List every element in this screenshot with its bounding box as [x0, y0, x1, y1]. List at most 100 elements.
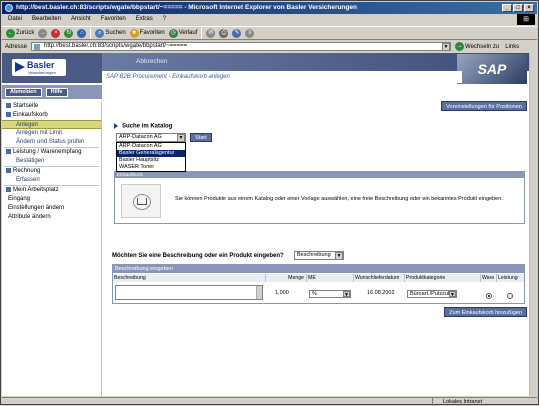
- catalog-dropdown: ARP-Datacon AG Basler Generalagentur Bas…: [116, 142, 186, 172]
- toolbar-separator: [90, 27, 92, 39]
- start-button[interactable]: Start: [190, 133, 212, 142]
- logo-text: Basler: [27, 60, 55, 70]
- sidebar-item-aendern-status[interactable]: Ändern und Status prüfen: [2, 138, 101, 147]
- search-icon: ⌕: [95, 28, 105, 38]
- chevron-down-icon[interactable]: ▼: [177, 134, 185, 142]
- sidebar-item-label: Erfassen: [16, 177, 40, 183]
- col-produktkategorie: Produktkategorie: [405, 274, 481, 282]
- maximize-button[interactable]: □: [513, 4, 523, 12]
- search-button[interactable]: ⌕ Suchen: [95, 28, 126, 38]
- abmelden-button[interactable]: Abmelden: [5, 88, 42, 97]
- menu-ansicht[interactable]: Ansicht: [71, 14, 91, 25]
- menu-help[interactable]: ?: [163, 14, 166, 25]
- home-icon[interactable]: ⌂: [77, 28, 87, 38]
- sidebar-item-rechnung[interactable]: Rechnung: [2, 167, 101, 176]
- menu-favoriten[interactable]: Favoriten: [101, 14, 126, 25]
- discuss-icon[interactable]: ≡: [245, 28, 255, 38]
- favorites-button[interactable]: ★ Favoriten: [129, 28, 165, 38]
- catalog-select[interactable]: ARP-Datacon AG ▼: [116, 133, 186, 142]
- edit-icon[interactable]: ✎: [232, 28, 242, 38]
- scrollbar[interactable]: [256, 286, 262, 299]
- description-textarea[interactable]: [115, 285, 263, 300]
- sidebar-item-mein-arbeitsplatz[interactable]: Mein Arbeitsplatz: [2, 186, 101, 195]
- catalog-option[interactable]: WASER Toner: [117, 164, 185, 171]
- basler-logo-icon: [15, 62, 25, 72]
- sidebar-item-label: Ändern und Status prüfen: [16, 139, 85, 145]
- history-button[interactable]: ◷ Verlauf: [168, 28, 198, 38]
- address-label: Adresse: [5, 43, 28, 50]
- entry-type-value: Beschreibung: [297, 252, 331, 258]
- sidebar-item-attribute[interactable]: Attribute ändern: [2, 213, 101, 222]
- basler-logo: Basler Versicherungen: [12, 59, 66, 76]
- title-bar: http://best.basler.ch:83/scripts/wgate/b…: [2, 2, 537, 14]
- hilfe-button[interactable]: Hilfe: [45, 88, 68, 97]
- minimize-button[interactable]: _: [502, 4, 512, 12]
- address-url: http://best.basler.ch:83/scripts/wgate/b…: [44, 43, 188, 49]
- entry-question: Möchten Sie eine Beschreibung oder ein P…: [112, 253, 284, 259]
- menu-datei[interactable]: Datei: [8, 14, 22, 25]
- close-button[interactable]: ×: [524, 4, 534, 12]
- chevron-down-icon[interactable]: ▼: [335, 252, 343, 260]
- sidebar: Startseite Einkaufskorb Anlegen Anlegen …: [2, 102, 102, 396]
- sidebar-item-label: Eingang: [8, 196, 31, 202]
- chevron-down-icon[interactable]: ▼: [449, 291, 456, 298]
- sidebar-item-label: Anlegen: [16, 122, 39, 128]
- abbrechen-link[interactable]: Abbrechen: [136, 58, 167, 65]
- catalog-selected-value: ARP-Datacon AG: [119, 134, 162, 140]
- sidebar-item-anlegen[interactable]: Anlegen: [2, 120, 101, 129]
- back-label: Zurück: [16, 30, 35, 36]
- address-input[interactable]: http://best.basler.ch:83/scripts/wgate/b…: [31, 42, 452, 51]
- produktkategorie-select[interactable]: Büro­art./Putzzub. ▼: [407, 290, 457, 298]
- chevron-down-icon[interactable]: ▼: [343, 291, 350, 298]
- sidebar-item-einstellungen[interactable]: Einstellungen ändern: [2, 204, 101, 213]
- chevron-down-icon[interactable]: ▼: [442, 43, 451, 51]
- back-button[interactable]: ← Zurück: [6, 28, 35, 38]
- menge-field[interactable]: 1,000: [273, 283, 289, 303]
- sidebar-item-anlegen-mit-limit[interactable]: Anlegen mit Limit: [2, 129, 101, 138]
- sidebar-item-label: Rechnung: [13, 168, 41, 174]
- sidebar-item-einkaufskorb[interactable]: Einkaufskorb: [2, 111, 101, 120]
- cart-icon: [121, 184, 161, 218]
- refresh-icon[interactable]: ↻: [64, 28, 74, 38]
- window-title: http://best.basler.ch:83/scripts/wgate/b…: [16, 4, 183, 11]
- sidebar-item-label: Leistung / Warenempfang: [13, 149, 82, 155]
- mail-icon[interactable]: ✉: [206, 28, 216, 38]
- menu-bearbeiten[interactable]: Bearbeiten: [32, 14, 61, 25]
- wunschlieferdatum-field[interactable]: 16.08.2002: [365, 283, 395, 303]
- sidebar-item-erfassen[interactable]: Erfassen: [2, 176, 101, 185]
- sidebar-item-eingang[interactable]: Eingang: [2, 195, 101, 204]
- me-select[interactable]: % ▼: [309, 290, 351, 298]
- info-box-header: Einkaufskorb: [115, 172, 524, 178]
- stop-icon[interactable]: ×: [51, 28, 61, 38]
- catalog-option[interactable]: Basler Hauptsitz: [117, 157, 185, 164]
- catalog-option[interactable]: ARP-Datacon AG: [117, 143, 185, 150]
- print-icon[interactable]: ⎙: [219, 28, 229, 38]
- col-beschreibung: Beschreibung: [113, 274, 266, 282]
- catalog-option-highlighted[interactable]: Basler Generalagentur: [117, 150, 185, 157]
- sidebar-item-bestaetigen[interactable]: Bestätigen: [2, 157, 101, 166]
- internet-explorer-icon: [5, 4, 13, 12]
- add-to-cart-button[interactable]: Zum Einkaufskorb hinzufügen: [444, 307, 527, 317]
- voreinstellungen-button[interactable]: Voreinstellungen für Positionen: [441, 101, 527, 111]
- links-button[interactable]: Links: [505, 44, 519, 50]
- menu-extras[interactable]: Extras: [136, 14, 153, 25]
- catalog-search-heading: Suche im Katalog: [114, 123, 172, 130]
- vertical-scrollbar[interactable]: [529, 53, 537, 396]
- favorites-label: Favoriten: [139, 30, 165, 36]
- go-button[interactable]: → Wechseln zu: [455, 42, 499, 51]
- ware-radio[interactable]: [486, 293, 492, 299]
- menu-bar: Datei Bearbeiten Ansicht Favoriten Extra…: [2, 14, 537, 25]
- leistung-radio[interactable]: [507, 293, 513, 299]
- col-me: ME: [307, 274, 354, 282]
- search-label: Suchen: [105, 30, 126, 36]
- forward-button[interactable]: →: [38, 28, 48, 38]
- go-label: Wechseln zu: [465, 43, 500, 50]
- sidebar-item-startseite[interactable]: Startseite: [2, 102, 101, 111]
- arrow-icon: [6, 186, 11, 192]
- history-label: Verlauf: [178, 30, 198, 36]
- sidebar-item-leistung[interactable]: Leistung / Warenempfang: [2, 148, 101, 157]
- go-arrow-icon: →: [455, 42, 465, 51]
- logo-subtext: Versicherungen: [28, 70, 56, 75]
- sidebar-item-label: Attribute ändern: [8, 214, 51, 220]
- entry-type-select[interactable]: Beschreibung ▼: [294, 251, 344, 260]
